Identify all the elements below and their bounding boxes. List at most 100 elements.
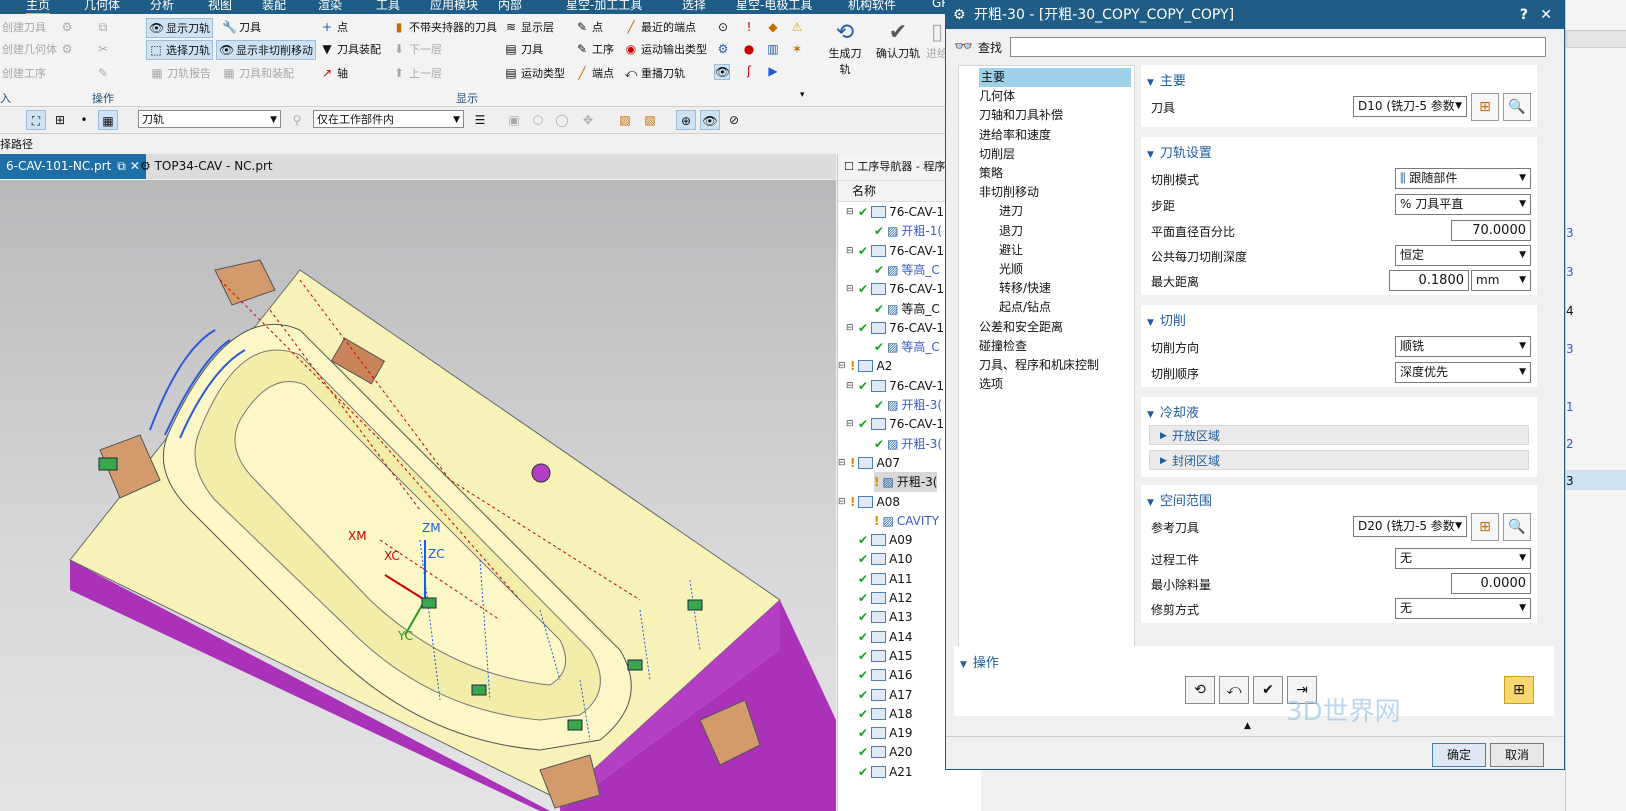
tree-item[interactable]: 刀轴和刀具补偿 (979, 106, 1063, 125)
menu-item[interactable]: 几何体 (84, 0, 120, 13)
collapse-icon[interactable]: ⊟ (838, 453, 847, 473)
circle-icon[interactable]: ◯ (552, 110, 572, 130)
navigator-row[interactable]: ✔ A19 (846, 723, 913, 743)
navigator-row[interactable]: ✔ ▨ 开粗-3( (874, 434, 942, 454)
navigator-row[interactable]: ✔ A16 (846, 665, 913, 685)
popout-icon[interactable]: ⧉ (117, 159, 126, 173)
navigator-row[interactable]: ⊟ ✔ 76-CAV-1( (846, 414, 949, 434)
navigator-row[interactable]: ⊟! A07 (838, 453, 900, 473)
create-operation-button[interactable]: 创建工序 (2, 64, 46, 82)
navigator-row[interactable]: ✔ A14 (846, 627, 913, 647)
select-toolpath-button[interactable]: ⬚ 选择刀轨 (146, 40, 213, 60)
menu-item[interactable]: 机构软件 (848, 0, 896, 13)
tree-item[interactable]: 选项 (979, 375, 1003, 394)
move-icon[interactable]: ✥ (578, 110, 598, 130)
color-icon[interactable]: ◆ (766, 20, 780, 34)
closed-area-row[interactable]: ▶ 封闭区域 (1149, 450, 1529, 470)
tree-item[interactable]: 起点/钻点 (999, 298, 1051, 317)
generate-icon[interactable]: ⟲ (1185, 676, 1215, 704)
open-area-row[interactable]: ▶ 开放区域 (1149, 425, 1529, 445)
tab-file-1[interactable]: 6-CAV-101-NC.prt ⧉ ✕ (0, 154, 146, 179)
replay-icon[interactable]: ⤺ (1219, 676, 1249, 704)
create-tool-button[interactable]: 创建刀具 (2, 18, 46, 36)
menu-item[interactable]: 主页 (26, 0, 51, 14)
collapse-icon[interactable]: ⊟ (846, 202, 855, 222)
add-icon[interactable]: ⊞ (1504, 676, 1534, 704)
tool-assembly-button[interactable]: ▼ 刀具装配 (320, 40, 381, 58)
stepover-select[interactable]: % 刀具平直 ▼ (1395, 194, 1531, 215)
curve-icon[interactable]: ʃ (742, 64, 756, 78)
funnel-icon[interactable]: ⚲ (287, 110, 307, 130)
toolpath-report-button[interactable]: ▦ 刀轨报告 (150, 64, 211, 82)
operation-button[interactable]: ✎ 工序 (575, 40, 614, 58)
motion-type-button[interactable]: ▤ 运动类型 (504, 64, 565, 82)
tree-item[interactable]: 碰撞检查 (979, 337, 1027, 356)
list-icon[interactable]: ☰ (470, 110, 490, 130)
section-header-cut[interactable]: ▼ 切削 (1147, 310, 1186, 329)
menu-item[interactable]: 内部 (498, 0, 522, 13)
maxdist-input[interactable]: 0.1800 (1389, 270, 1469, 291)
navigator-row[interactable]: ✔ A20 (846, 742, 913, 762)
tree-item[interactable]: 主要 (979, 68, 1131, 87)
replay-toolpath-button[interactable]: ⤺ 重播刀轨 (624, 64, 685, 82)
section-header-actions[interactable]: ▼ 操作 (960, 652, 999, 671)
right-strip-scrollbar[interactable] (1566, 30, 1626, 48)
edit-tool-icon[interactable]: 🔍 (1503, 513, 1531, 541)
tree-item[interactable]: 转移/快速 (999, 279, 1051, 298)
min-removal-input[interactable]: 0.0000 (1451, 573, 1531, 594)
trim-select[interactable]: 无 ▼ (1395, 598, 1531, 619)
tree-item[interactable]: 公差和安全距离 (979, 318, 1063, 337)
axis-button[interactable]: ↗ 轴 (320, 64, 348, 82)
edit-icon[interactable]: ✎ (96, 66, 110, 80)
menu-item[interactable]: 分析 (150, 0, 174, 13)
navigator-row[interactable]: ⊟ ✔ 76-CAV-1( (846, 279, 949, 299)
exclamation-icon[interactable]: ! (742, 20, 756, 34)
box-icon[interactable]: ▨ (615, 110, 635, 130)
menu-item[interactable]: 应用模块 (430, 0, 478, 13)
tree-item[interactable]: 退刀 (999, 222, 1023, 241)
unit-select[interactable]: mm ▼ (1471, 270, 1531, 291)
snap-grid-icon[interactable]: ▣ (504, 110, 524, 130)
tool-select[interactable]: D10 (铣刀-5 参数 ▼ (1353, 96, 1467, 117)
ref-tool-select[interactable]: D20 (铣刀-5 参数 ▼ (1353, 516, 1467, 537)
eye-icon[interactable]: 👁 (714, 64, 730, 80)
eye-off-icon[interactable]: ⊘ (724, 110, 744, 130)
navigator-row[interactable]: ⊟! A2 (838, 356, 892, 376)
gear-icon[interactable]: ⚙ (953, 1, 966, 29)
cut-order-select[interactable]: 深度优先 ▼ (1395, 362, 1531, 383)
edit-tool-icon[interactable]: 🔍 (1503, 93, 1531, 121)
point-button[interactable]: ✎ 点 (575, 18, 603, 36)
snap-icon[interactable]: ⊞ (50, 110, 70, 130)
menu-item[interactable]: 工具 (376, 0, 400, 13)
menu-item[interactable]: 星空-加工工具 (566, 0, 642, 13)
close-button[interactable]: ✕ (1540, 1, 1552, 29)
search-input[interactable] (1010, 37, 1546, 57)
chart-icon[interactable]: ▥ (766, 42, 780, 56)
collapse-up-icon[interactable]: ▲ (1244, 721, 1251, 731)
show-noncutting-button[interactable]: 👁 显示非切削移动 (216, 40, 316, 60)
play-icon[interactable]: ▶ (766, 64, 780, 78)
menu-item[interactable]: 装配 (262, 0, 286, 13)
navigator-row[interactable]: ✔ ▨ 等高_C (874, 299, 940, 319)
percent-input[interactable]: 70.0000 (1451, 220, 1531, 241)
menu-item[interactable]: 星空-电极工具 (736, 0, 812, 13)
navigator-row[interactable]: ✔ A18 (846, 704, 913, 724)
navigator-row[interactable]: ✔ A13 (846, 607, 913, 627)
ok-button[interactable]: 确定 (1432, 743, 1486, 767)
show-toolpath-button[interactable]: 👁 显示刀轨 (146, 18, 213, 38)
cut-icon[interactable]: ✂ (96, 42, 110, 56)
navigator-row[interactable]: ✔ ▨ 开粗-3( (874, 395, 942, 415)
ipw-select[interactable]: 无 ▼ (1395, 548, 1531, 569)
menu-item[interactable]: 选择 (682, 0, 706, 13)
eye-icon[interactable]: 👁 (700, 110, 720, 130)
navigator-row[interactable]: ⊟! A08 (838, 492, 900, 512)
filter-icon[interactable]: ⛶ (26, 110, 46, 130)
warning-icon[interactable]: ⚠ (790, 20, 804, 34)
prev-layer-button[interactable]: ⬆ 上一层 (392, 64, 442, 82)
nearest-endpoint-button[interactable]: ╱ 最近的端点 (624, 18, 696, 36)
collapse-icon[interactable]: ⊟ (846, 279, 855, 299)
endpoint-button[interactable]: ╱ 端点 (575, 64, 614, 82)
tree-item[interactable]: 光顺 (999, 260, 1023, 279)
tree-item[interactable]: 避让 (999, 241, 1023, 260)
navigator-row[interactable]: ⊟ ✔ 76-CAV-1( (846, 376, 949, 396)
